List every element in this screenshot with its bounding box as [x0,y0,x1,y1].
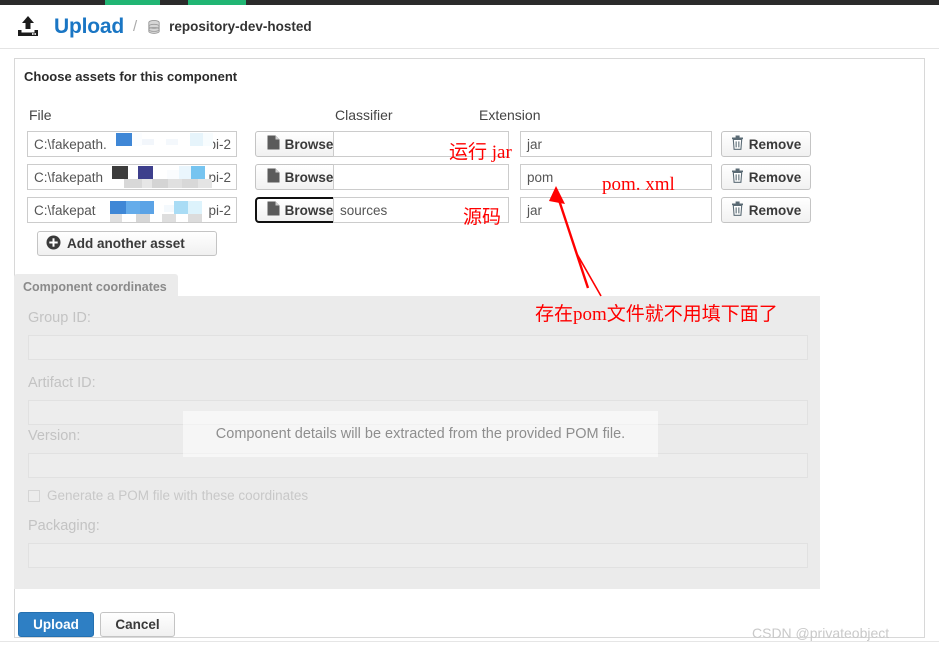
file-input-2[interactable]: C:\fakepath pi-2 [27,164,237,190]
extension-input-1[interactable]: jar [520,131,712,157]
browse-button-3[interactable]: Browse [255,197,345,223]
file-input-3[interactable]: C:\fakepat pi-2 [27,197,237,223]
breadcrumb-repository[interactable]: repository-dev-hosted [169,19,312,34]
redaction-mosaic-2 [112,166,230,189]
browse-button-1[interactable]: Browse [255,131,345,157]
file-input-1[interactable]: C:\fakepath. api-2 [27,131,237,157]
checkbox-box [28,489,40,502]
column-header-file: File [29,107,52,123]
trash-icon [731,168,744,186]
database-icon [146,19,162,35]
remove-button-2[interactable]: Remove [721,164,811,190]
file-path-prefix-3: C:\fakepat [34,203,96,218]
file-icon [267,135,280,153]
page-header: Upload / repository-dev-hosted [0,5,939,49]
watermark: CSDN @privateobject [752,625,890,641]
redaction-mosaic-3 [110,199,230,222]
packaging-label: Packaging: [28,518,100,534]
plus-circle-icon [46,235,61,253]
generate-pom-label: Generate a POM file with these coordinat… [47,488,309,503]
remove-button-label-1: Remove [748,136,802,152]
annotation-source-code: 源码 [463,207,502,228]
annotation-run-jar: 运行 jar [449,142,512,163]
packaging-input [28,543,808,568]
cancel-button[interactable]: Cancel [100,612,175,637]
browse-button-label-1: Browse [284,136,334,152]
group-id-input [28,335,808,360]
trash-icon [731,201,744,219]
remove-button-3[interactable]: Remove [721,197,811,223]
annotation-pom-xml: pom. xml [602,174,675,195]
add-another-asset-label: Add another asset [67,236,185,251]
browse-button-2[interactable]: Browse [255,164,345,190]
redaction-mosaic-1 [116,133,236,156]
pom-extraction-message: Component details will be extracted from… [183,411,658,457]
browse-button-label-2: Browse [284,169,334,185]
page-title: Upload [54,14,124,38]
section-title: Choose assets for this component [24,69,238,84]
table-row: C:\fakepath pi-2 Browse pom Remove [15,164,924,196]
generate-pom-checkbox: Generate a POM file with these coordinat… [28,488,308,503]
column-header-classifier: Classifier [335,107,393,123]
column-header-extension: Extension [479,107,541,123]
remove-button-label-2: Remove [748,169,802,185]
add-another-asset-button[interactable]: Add another asset [37,231,217,256]
annotation-pom-note: 存在pom文件就不用填下面了 [535,304,778,325]
upload-button[interactable]: Upload [18,612,94,637]
file-path-prefix-1: C:\fakepath. [34,137,107,152]
annotation-arrow-to-note [576,253,602,297]
upload-icon [14,13,42,41]
browse-button-label-3: Browse [284,202,334,218]
asset-table-header: File Classifier Extension [15,107,924,125]
breadcrumb-separator: / [132,18,138,35]
group-id-label: Group ID: [28,310,91,326]
file-icon [267,168,280,186]
artifact-id-label: Artifact ID: [28,375,96,391]
trash-icon [731,135,744,153]
footer-divider [0,641,939,642]
file-path-prefix-2: C:\fakepath [34,170,104,185]
file-icon [267,201,280,219]
remove-button-label-3: Remove [748,202,802,218]
version-label: Version: [28,428,81,444]
classifier-input-2[interactable] [333,164,509,190]
remove-button-1[interactable]: Remove [721,131,811,157]
